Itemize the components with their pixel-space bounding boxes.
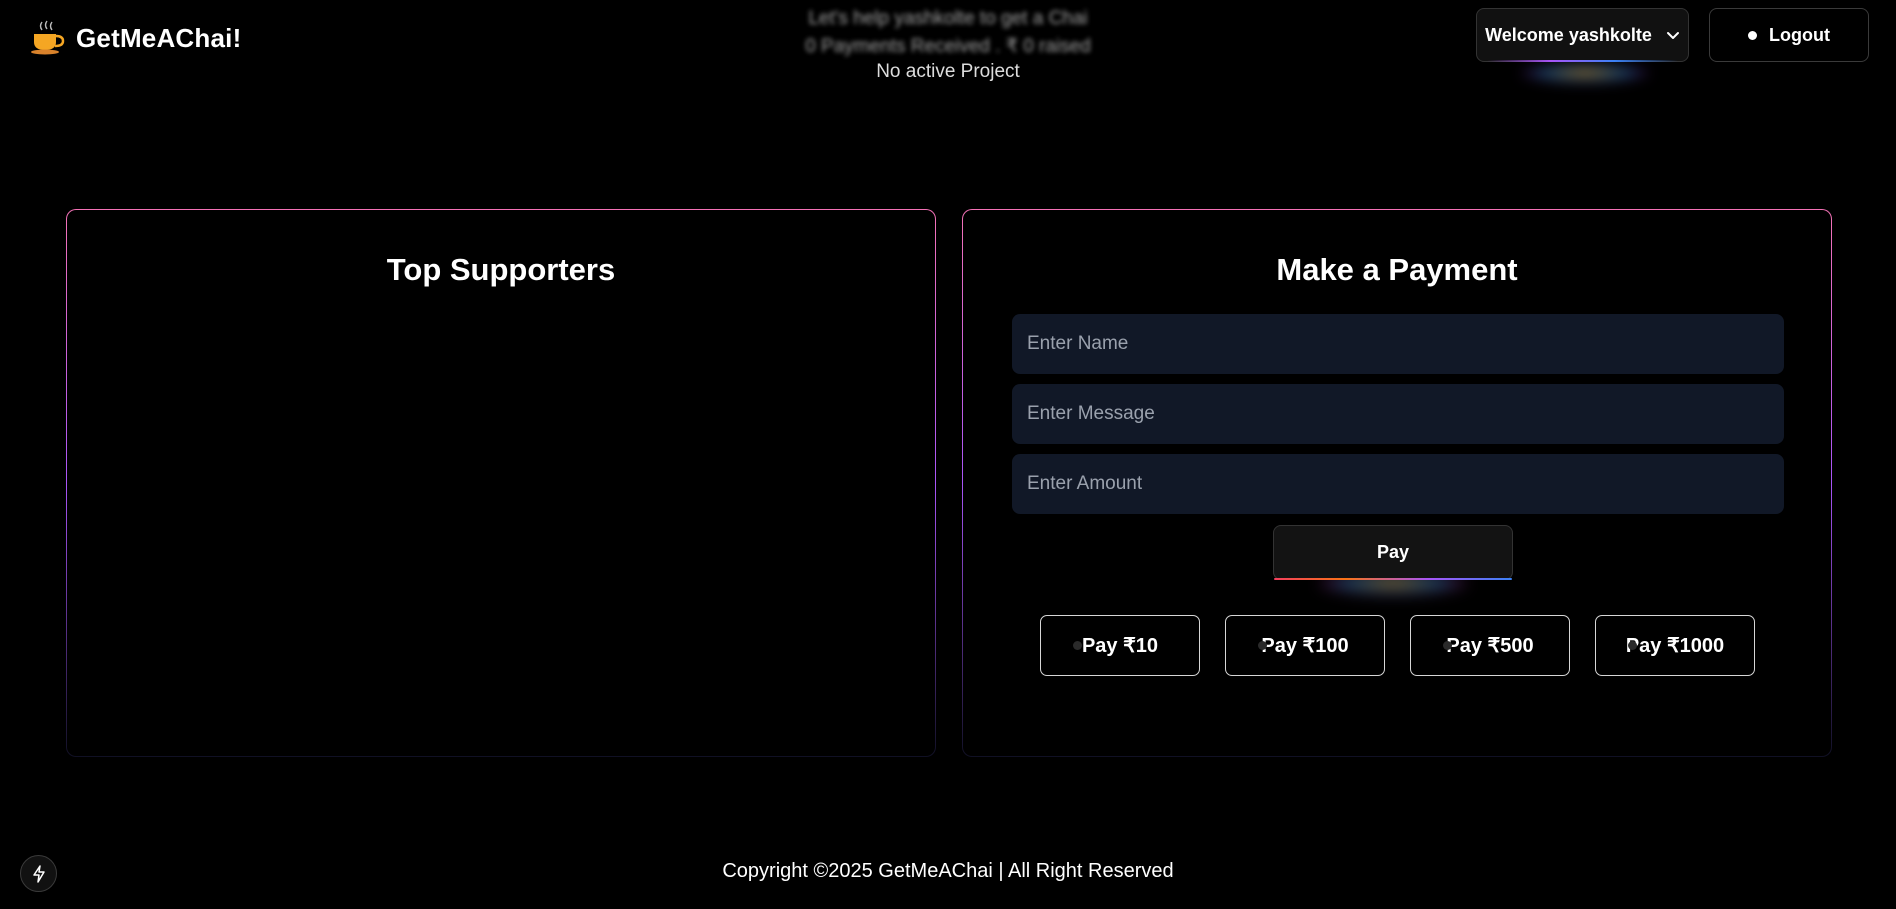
- welcome-glow: [1520, 62, 1650, 84]
- welcome-label: Welcome yashkolte: [1485, 24, 1652, 45]
- dot-icon: [1073, 641, 1082, 650]
- top-supporters-panel: Top Supporters: [66, 209, 936, 757]
- amount-input[interactable]: [1012, 454, 1784, 514]
- chai-cup-icon: [31, 20, 65, 55]
- quick-pay-1000-button[interactable]: Pay ₹1000: [1595, 615, 1755, 676]
- brand-name: GetMeAChai!: [76, 22, 242, 53]
- chevron-down-icon: [1666, 32, 1679, 39]
- quick-pay-label: Pay ₹100: [1261, 635, 1349, 657]
- payment-title: Make a Payment: [1276, 252, 1518, 287]
- footer-copyright: Copyright ©2025 GetMeAChai | All Right R…: [722, 860, 1174, 882]
- quick-pay-label: Pay ₹10: [1081, 635, 1159, 657]
- logout-label: Logout: [1769, 24, 1830, 45]
- quick-pay-label: Pay ₹500: [1446, 635, 1534, 657]
- top-supporters-title: Top Supporters: [386, 252, 616, 287]
- welcome-dropdown-button[interactable]: Welcome yashkolte: [1476, 8, 1689, 62]
- logout-button[interactable]: Logout: [1709, 8, 1869, 62]
- dot-icon: [1748, 30, 1757, 40]
- dot-icon: [1628, 641, 1637, 650]
- name-input[interactable]: [1012, 314, 1784, 374]
- quick-pay-row: Pay ₹10 Pay ₹100 Pay ₹500 Pay ₹1000: [1040, 615, 1755, 676]
- payment-panel: Make a Payment Pay Pay ₹10 Pay ₹100 Pay …: [962, 209, 1832, 757]
- brand-logo-link[interactable]: GetMeAChai!: [30, 20, 241, 56]
- dot-icon: [1258, 641, 1267, 650]
- quick-pay-10-button[interactable]: Pay ₹10: [1040, 615, 1200, 676]
- quick-pay-label: Pay ₹1000: [1625, 635, 1725, 657]
- message-input[interactable]: [1012, 384, 1784, 444]
- dot-icon: [1443, 641, 1452, 650]
- page: GetMeAChai! Let's help yashkolte to get …: [0, 0, 1896, 909]
- pay-button[interactable]: Pay: [1273, 525, 1513, 580]
- quick-pay-100-button[interactable]: Pay ₹100: [1225, 615, 1385, 676]
- quick-pay-500-button[interactable]: Pay ₹500: [1410, 615, 1570, 676]
